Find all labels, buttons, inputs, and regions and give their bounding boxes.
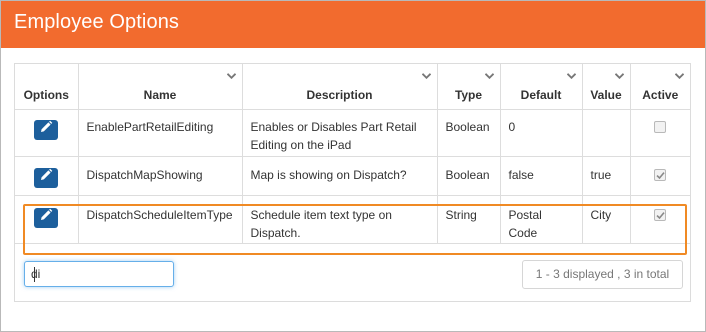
description-cell: Enables or Disables Part Retail Editing …: [242, 109, 438, 157]
type-cell: Boolean: [437, 156, 501, 196]
check-icon: [656, 211, 665, 219]
search-input[interactable]: [24, 261, 174, 287]
chevron-down-icon[interactable]: [675, 73, 684, 79]
options-cell: [15, 156, 79, 196]
name-cell: DispatchMapShowing: [78, 156, 243, 196]
column-header-value[interactable]: Value: [582, 64, 631, 110]
text-cursor: [34, 267, 35, 282]
options-cell: [15, 195, 79, 244]
chevron-down-icon[interactable]: [226, 73, 236, 79]
check-icon: [656, 171, 665, 179]
type-cell: String: [437, 195, 501, 244]
table-row: DispatchScheduleItemType Schedule item t…: [15, 195, 690, 244]
description-cell: Map is showing on Dispatch?: [242, 156, 438, 196]
page-title: Employee Options: [14, 11, 180, 33]
name-cell: DispatchScheduleItemType: [78, 195, 243, 244]
column-header-options: Options: [15, 64, 79, 110]
table-row: EnablePartRetailEditing Enables or Disab…: [15, 109, 690, 157]
page-header: Employee Options: [1, 1, 705, 48]
pencil-icon: [41, 120, 53, 132]
chevron-down-icon[interactable]: [421, 73, 431, 79]
table-row: DispatchMapShowing Map is showing on Dis…: [15, 156, 690, 196]
options-grid-panel: Options Name Description Type Default Va…: [14, 63, 691, 302]
active-checkbox[interactable]: [654, 208, 667, 221]
column-header-name[interactable]: Name: [78, 64, 243, 110]
edit-button[interactable]: [34, 119, 59, 140]
chevron-down-icon[interactable]: [614, 73, 624, 79]
description-cell: Schedule item text type on Dispatch.: [242, 195, 438, 244]
value-cell: City: [582, 195, 631, 244]
column-header-default[interactable]: Default: [500, 64, 583, 110]
options-table: Options Name Description Type Default Va…: [15, 64, 690, 244]
column-header-type[interactable]: Type: [437, 64, 501, 110]
column-header-description[interactable]: Description: [242, 64, 438, 110]
options-cell: [15, 109, 79, 157]
default-cell: 0: [500, 109, 583, 157]
value-cell: true: [582, 156, 631, 196]
default-cell: false: [500, 156, 583, 196]
edit-button[interactable]: [34, 207, 59, 228]
pagination-info: 1 - 3 displayed , 3 in total: [522, 260, 683, 289]
active-cell: [630, 156, 690, 196]
name-cell: EnablePartRetailEditing: [78, 109, 243, 157]
pencil-icon: [41, 208, 53, 220]
active-checkbox[interactable]: [654, 120, 667, 133]
pencil-icon: [41, 168, 53, 180]
value-cell: [582, 109, 631, 157]
active-cell: [630, 195, 690, 244]
employee-options-window: Employee Options Options Name Descriptio…: [0, 0, 706, 332]
type-cell: Boolean: [437, 109, 501, 157]
active-cell: [630, 109, 690, 157]
edit-button[interactable]: [34, 167, 59, 188]
chevron-down-icon[interactable]: [484, 73, 494, 79]
chevron-down-icon[interactable]: [566, 73, 576, 79]
column-header-active[interactable]: Active: [630, 64, 690, 110]
default-cell: Postal Code: [500, 195, 583, 244]
table-header-row: Options Name Description Type Default Va…: [15, 64, 690, 110]
active-checkbox[interactable]: [654, 168, 667, 181]
